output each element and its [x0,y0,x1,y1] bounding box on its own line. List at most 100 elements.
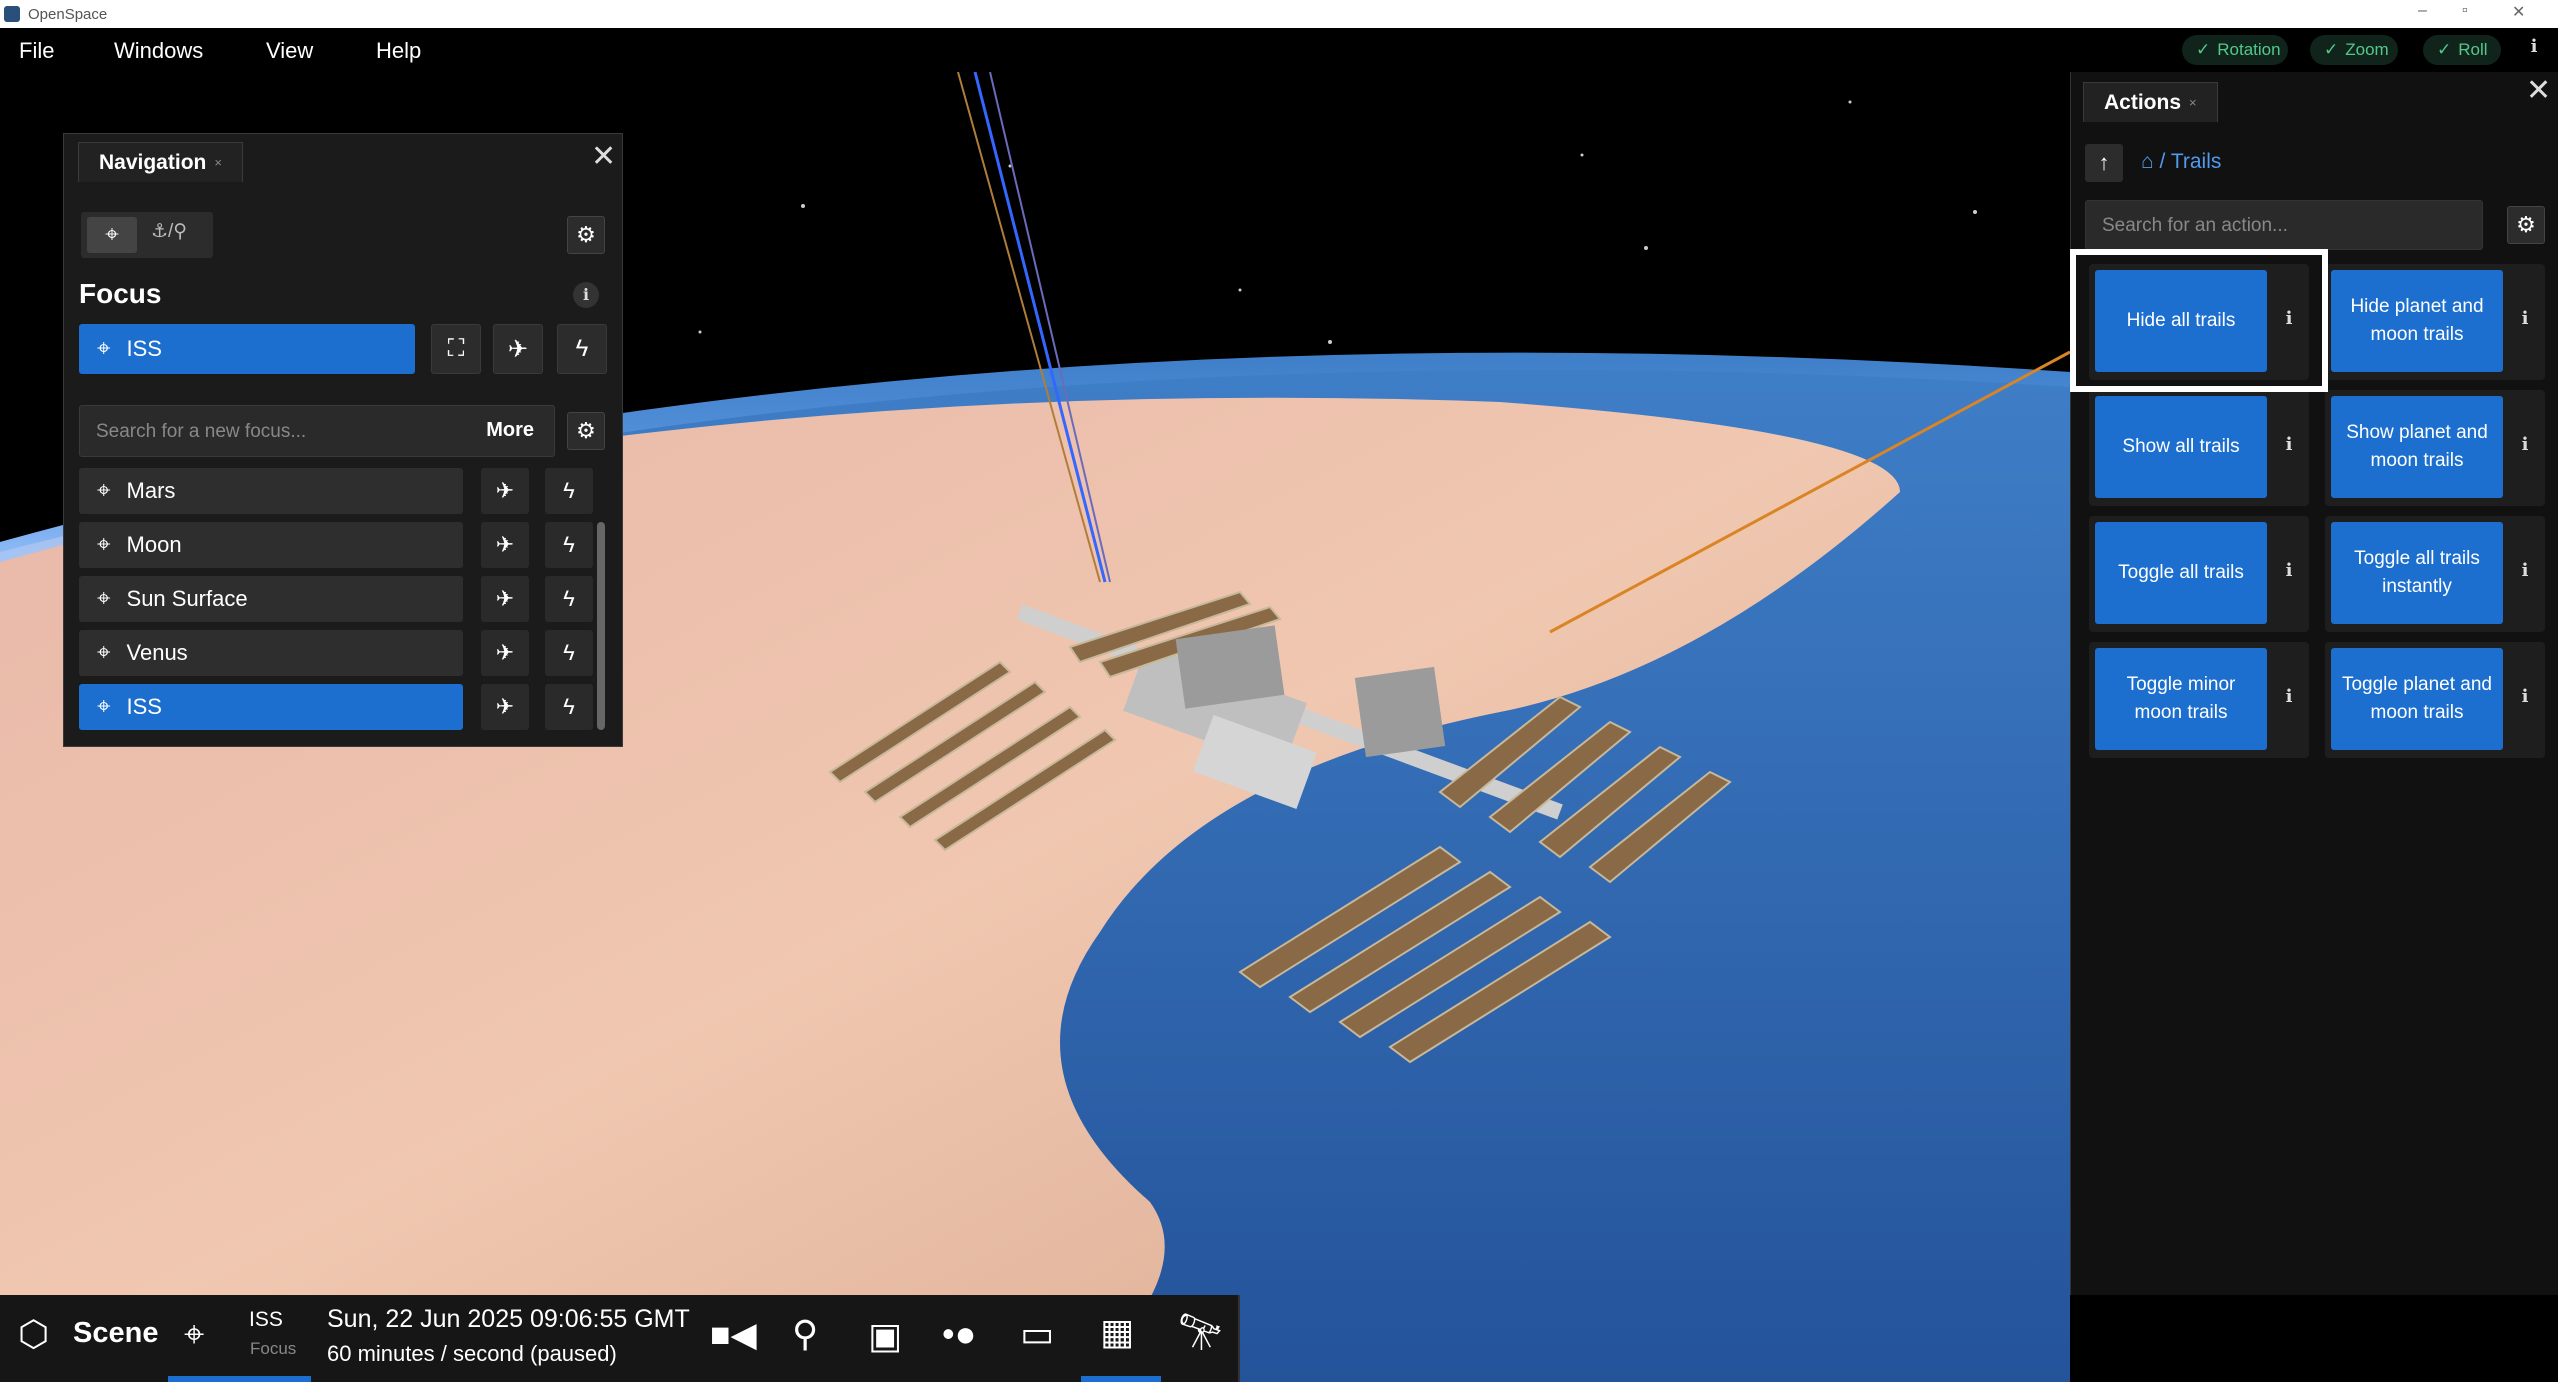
simulation-time[interactable]: Sun, 22 Jun 2025 09:06:55 GMT [327,1305,690,1334]
action-search-input[interactable] [2086,201,2484,251]
fly-to-iss-button[interactable]: ✈ [481,684,529,730]
focus-item-sun-surface[interactable]: ⌖ Sun Surface [79,576,463,622]
close-window-button[interactable]: ✕ [2512,2,2525,22]
roll-toggle-label: Roll [2458,40,2488,59]
lightning-icon: ϟ [563,586,575,611]
tab-close-icon[interactable]: × [214,155,222,170]
highlight-frame [2070,249,2328,392]
action-card: Show all trails i [2089,390,2309,506]
focus-search-input[interactable] [80,406,468,458]
focus-item-label: Mars [126,478,176,503]
maximize-button[interactable]: ▫ [2462,2,2468,20]
menu-view[interactable]: View [266,38,313,64]
info-icon[interactable]: i [2513,308,2537,336]
focus-item-moon[interactable]: ⌖ Moon [79,522,463,568]
airplane-icon: ✈ [495,694,515,719]
lightning-icon: ϟ [563,640,575,665]
tab-actions[interactable]: Actions × [2083,82,2218,122]
close-navigation-button[interactable]: ✕ [591,142,616,172]
focus-item-venus[interactable]: ⌖ Venus [79,630,463,676]
info-icon[interactable]: i [2277,686,2301,714]
fly-to-button[interactable]: ✈ [493,324,543,374]
focus-mode-button[interactable]: ⌖ [87,217,137,253]
jump-to-venus-button[interactable]: ϟ [545,630,593,676]
jump-to-button[interactable]: ϟ [557,324,607,374]
focus-info-icon[interactable]: i [573,282,599,308]
bottom-bar: ⬡ Scene ⌖ ISS Focus Sun, 22 Jun 2025 09:… [0,1295,1240,1382]
minimize-button[interactable]: – [2418,2,2427,20]
focus-item-label: Venus [126,640,188,665]
flight-path-icon[interactable]: •● [942,1313,976,1355]
show-all-trails-button[interactable]: Show all trails [2095,396,2267,498]
window-icon[interactable]: ▭ [1020,1313,1054,1355]
map-pin-icon[interactable]: ⚲ [792,1313,818,1355]
roll-toggle[interactable]: ✓ Roll [2423,35,2501,65]
navigate-up-button[interactable]: ↑ [2085,144,2123,182]
focus-item-mars[interactable]: ⌖ Mars [79,468,463,514]
jump-to-iss-button[interactable]: ϟ [545,684,593,730]
focus-target-icon[interactable]: ⌖ [184,1313,204,1356]
search-settings-gear-icon[interactable]: ⚙ [567,412,605,450]
rotation-toggle-label: Rotation [2217,40,2281,59]
focus-object-label[interactable]: ISS [249,1308,283,1332]
fly-to-moon-button[interactable]: ✈ [481,522,529,568]
toggle-planet-and-moon-trails-button[interactable]: Toggle planet and moon trails [2331,648,2503,750]
fly-to-mars-button[interactable]: ✈ [481,468,529,514]
rotation-toggle[interactable]: ✓ Rotation [2182,35,2288,65]
fly-to-venus-button[interactable]: ✈ [481,630,529,676]
fly-to-sun-surface-button[interactable]: ✈ [481,576,529,622]
dashboard-active-indicator [1081,1376,1161,1382]
jump-to-moon-button[interactable]: ϟ [545,522,593,568]
info-icon[interactable]: i [2513,434,2537,462]
image-icon[interactable]: ▣ [868,1315,902,1357]
info-icon[interactable]: i [2522,36,2546,60]
menu-help[interactable]: Help [376,38,421,64]
check-icon: ✓ [2196,40,2211,59]
telescope-icon[interactable]: 🔭︎ [1178,1311,1224,1353]
menu-file[interactable]: File [19,38,54,64]
target-icon: ⌖ [97,585,111,612]
info-icon[interactable]: i [2513,560,2537,588]
jump-to-sun-surface-button[interactable]: ϟ [545,576,593,622]
navigation-mode-selector: ⌖ ⚓/⚲ [81,212,213,258]
list-item: ⌖ Venus ✈ ϟ [79,630,625,678]
lightning-icon: ϟ [575,335,589,362]
tab-navigation[interactable]: Navigation × [78,142,243,182]
menu-windows[interactable]: Windows [114,38,203,64]
toggle-minor-moon-trails-button[interactable]: Toggle minor moon trails [2095,648,2267,750]
zoom-toggle[interactable]: ✓ Zoom [2310,35,2398,65]
anchor-aim-mode-button[interactable]: ⚓/⚲ [151,220,187,243]
navigation-panel: Navigation × ✕ ⌖ ⚓/⚲ ⚙ Focus i ⌖ ISS ⛶ ✈… [63,133,623,747]
focus-search: More [79,405,555,458]
airplane-icon: ✈ [495,532,515,557]
simulation-rate[interactable]: 60 minutes / second (paused) [327,1341,617,1367]
focus-item-iss[interactable]: ⌖ ISS [79,684,463,730]
toggle-all-trails-instantly-button[interactable]: Toggle all trails instantly [2331,522,2503,624]
menu-bar: File Windows View Help ✓ Rotation ✓ Zoom… [0,28,2558,72]
list-item: ⌖ Mars ✈ ϟ [79,468,625,516]
airplane-icon: ✈ [495,586,515,611]
breadcrumb[interactable]: ⌂ / Trails [2141,150,2221,174]
cube-icon[interactable]: ⬡ [18,1313,49,1355]
action-settings-gear-icon[interactable]: ⚙ [2507,206,2545,244]
navigation-settings-gear-icon[interactable]: ⚙ [567,216,605,254]
tab-close-icon[interactable]: × [2189,95,2197,110]
info-icon[interactable]: i [2513,686,2537,714]
dashboard-icon[interactable]: ▦ [1100,1311,1134,1353]
current-focus-button[interactable]: ⌖ ISS [79,324,415,374]
focus-list-scrollbar[interactable] [597,522,605,730]
frame-focus-button[interactable]: ⛶ [431,324,481,374]
target-icon: ⌖ [97,477,111,504]
jump-to-mars-button[interactable]: ϟ [545,468,593,514]
more-button[interactable]: More [486,419,534,442]
scene-button[interactable]: Scene [73,1317,158,1350]
camera-icon[interactable]: ■◀ [710,1315,757,1355]
toggle-all-trails-button[interactable]: Toggle all trails [2095,522,2267,624]
info-icon[interactable]: i [2277,434,2301,462]
show-planet-and-moon-trails-button[interactable]: Show planet and moon trails [2331,396,2503,498]
info-icon[interactable]: i [2277,560,2301,588]
close-actions-button[interactable]: ✕ [2526,76,2551,106]
tab-actions-label: Actions [2104,90,2182,114]
hide-planet-and-moon-trails-button[interactable]: Hide planet and moon trails [2331,270,2503,372]
target-icon: ⌖ [97,639,111,666]
